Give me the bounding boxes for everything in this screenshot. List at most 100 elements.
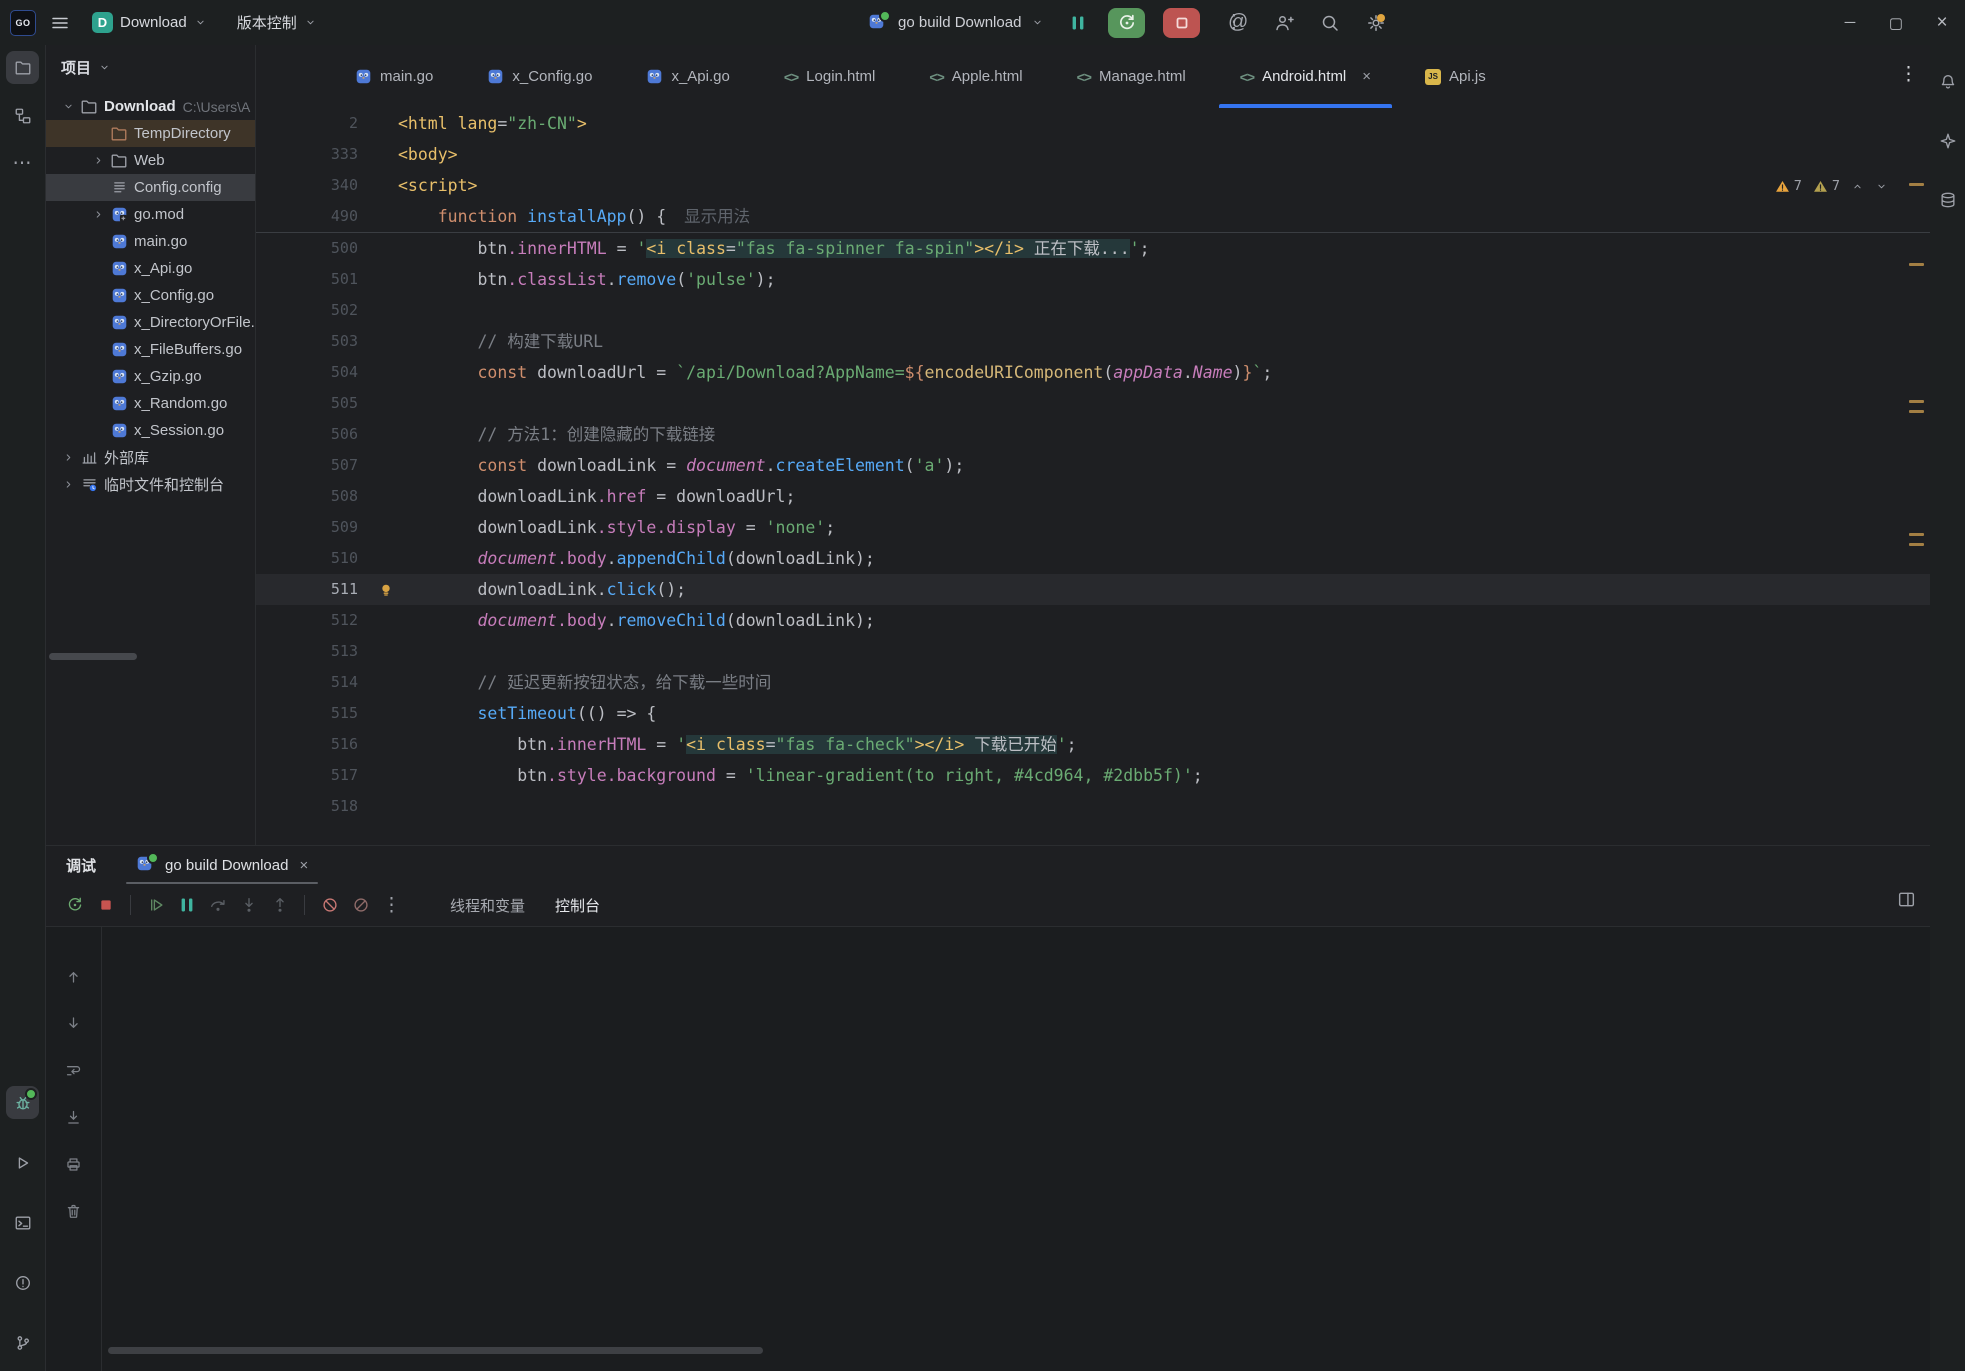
editor-tab-android-html[interactable]: <>Android.html× (1213, 45, 1398, 108)
tree-item[interactable]: x_Config.go (46, 282, 255, 309)
editor-tab-x_config-go[interactable]: x_Config.go (460, 45, 619, 108)
resume-button[interactable] (140, 890, 171, 921)
editor-tab-apple-html[interactable]: <>Apple.html (902, 45, 1049, 108)
editor-tab-x_api-go[interactable]: x_Api.go (619, 45, 756, 108)
tree-item[interactable]: TempDirectory (46, 120, 255, 147)
tree-item[interactable]: 外部库 (46, 444, 255, 471)
code-line[interactable]: 513 (256, 636, 1930, 667)
scroll-down-button[interactable] (58, 1008, 89, 1039)
editor-tab-manage-html[interactable]: <>Manage.html (1050, 45, 1213, 108)
tree-item[interactable]: x_Api.go (46, 255, 255, 282)
maximize-button[interactable]: ▢ (1873, 0, 1919, 45)
editor-scrollbar-marks[interactable] (1909, 108, 1925, 845)
stop-button[interactable] (90, 890, 121, 921)
tree-item[interactable]: go.mod (46, 201, 255, 228)
ai-assistant-tool-button[interactable] (1931, 124, 1964, 157)
tab-list-more-icon[interactable]: ⋮ (1899, 65, 1918, 84)
code-line[interactable]: 505 (256, 388, 1930, 419)
breakpoints-disabled-button[interactable] (345, 890, 376, 921)
intention-bulb-icon[interactable] (374, 574, 398, 605)
more-vertical-button[interactable]: ⋮ (376, 890, 407, 921)
scroll-up-button[interactable] (58, 961, 89, 992)
previous-problem-icon[interactable] (1851, 180, 1864, 193)
tree-item[interactable]: x_FileBuffers.go (46, 336, 255, 363)
code-line[interactable]: 511 downloadLink.click(); (256, 574, 1930, 605)
vcs-widget[interactable]: 版本控制 (229, 7, 325, 38)
scrollbar-warning-mark[interactable] (1909, 533, 1924, 536)
debug-session-tab[interactable]: go build Download × (124, 846, 320, 884)
rerun-debug-button[interactable] (1108, 8, 1145, 38)
editor-tab-main-go[interactable]: main.go (328, 45, 460, 108)
ai-assistant-icon[interactable]: @ (1228, 11, 1248, 34)
code-line[interactable]: 512 document.body.removeChild(downloadLi… (256, 605, 1930, 636)
pause-button[interactable] (171, 890, 202, 921)
tree-item[interactable]: Web (46, 147, 255, 174)
code-line[interactable]: 517 btn.style.background = 'linear-gradi… (256, 760, 1930, 791)
tree-chevron-right-icon[interactable] (58, 451, 78, 464)
editor-tab-api-js[interactable]: JSApi.js (1398, 45, 1513, 108)
code-line[interactable]: 516 btn.innerHTML = '<i class="fas fa-ch… (256, 729, 1930, 760)
scrollbar-warning-mark[interactable] (1909, 543, 1924, 546)
tree-item[interactable]: 临时文件和控制台 (46, 471, 255, 498)
tree-chevron-right-icon[interactable] (88, 208, 108, 221)
chevron-down-icon[interactable] (1031, 16, 1044, 29)
scrollbar-warning-mark[interactable] (1909, 183, 1924, 186)
tree-item[interactable]: Config.config (46, 174, 255, 201)
view-tab-threads[interactable]: 线程和变量 (435, 884, 540, 926)
project-widget[interactable]: D Download (84, 7, 215, 38)
problems-tool-button[interactable] (6, 1266, 39, 1299)
editor-tab-login-html[interactable]: <>Login.html (757, 45, 903, 108)
tree-item[interactable]: DownloadC:\Users\A (46, 93, 255, 120)
code-line[interactable]: 504 const downloadUrl = `/api/Download?A… (256, 357, 1930, 388)
inspection-weak-warning[interactable]: 7 (1813, 178, 1840, 194)
tree-chevron-right-icon[interactable] (58, 478, 78, 491)
minimize-button[interactable]: ─ (1827, 0, 1873, 45)
project-horizontal-scrollbar[interactable] (49, 653, 137, 660)
scroll-to-end-button[interactable] (58, 1102, 89, 1133)
tree-item[interactable]: x_Random.go (46, 390, 255, 417)
code-line[interactable]: 509 downloadLink.style.display = 'none'; (256, 512, 1930, 543)
code-line[interactable]: 500 btn.innerHTML = '<i class="fas fa-sp… (256, 233, 1930, 264)
next-problem-icon[interactable] (1875, 180, 1888, 193)
pause-button[interactable] (1068, 13, 1088, 33)
code-line[interactable]: 333<body> (256, 139, 1930, 170)
tree-item[interactable]: x_DirectoryOrFile.go (46, 309, 255, 336)
step-into-button[interactable] (233, 890, 264, 921)
code-line[interactable]: 506 // 方法1：创建隐藏的下载链接 (256, 419, 1930, 450)
layout-settings-icon[interactable] (1897, 890, 1916, 909)
database-tool-button[interactable] (1931, 183, 1964, 216)
code-line[interactable]: 515 setTimeout(() => { (256, 698, 1930, 729)
scrollbar-warning-mark[interactable] (1909, 410, 1924, 413)
scrollbar-warning-mark[interactable] (1909, 400, 1924, 403)
settings-gear-icon[interactable] (1366, 13, 1386, 33)
add-user-icon[interactable] (1274, 13, 1294, 33)
more-tools-tool-button[interactable]: ⋯ (6, 147, 39, 180)
console-output[interactable] (102, 927, 1930, 1337)
code-line[interactable]: 340<script> (256, 170, 1930, 201)
search-icon[interactable] (1320, 13, 1340, 33)
step-out-button[interactable] (264, 890, 295, 921)
code-line[interactable]: 2<html lang="zh-CN"> (256, 108, 1930, 139)
print-button[interactable] (58, 1149, 89, 1180)
tree-chevron-down-icon[interactable] (58, 100, 78, 113)
inspections-widget[interactable]: 77 (1775, 178, 1888, 194)
tree-item[interactable]: x_Session.go (46, 417, 255, 444)
code-line[interactable]: 507 const downloadLink = document.create… (256, 450, 1930, 481)
version-control-tool-button[interactable] (6, 1326, 39, 1359)
mute-breakpoints-button[interactable] (314, 890, 345, 921)
stop-button[interactable] (1163, 8, 1200, 38)
notifications-tool-button[interactable] (1931, 65, 1964, 98)
terminal-tool-button[interactable] (6, 1206, 39, 1239)
close-tab-icon[interactable]: × (1362, 68, 1371, 85)
run-config-name[interactable]: go build Download (898, 14, 1021, 31)
rerun-button[interactable] (59, 890, 90, 921)
console-horizontal-scrollbar[interactable] (108, 1347, 763, 1354)
code-line[interactable]: 490 function installApp() { 显示用法 (256, 201, 1930, 232)
code-line[interactable]: 514 // 延迟更新按钮状态，给下载一些时间 (256, 667, 1930, 698)
run-tool-button[interactable] (6, 1146, 39, 1179)
step-over-button[interactable] (202, 890, 233, 921)
scrollbar-warning-mark[interactable] (1909, 263, 1924, 266)
close-button[interactable]: × (1919, 0, 1965, 45)
view-tab-console[interactable]: 控制台 (540, 884, 615, 926)
code-line[interactable]: 503 // 构建下载URL (256, 326, 1930, 357)
